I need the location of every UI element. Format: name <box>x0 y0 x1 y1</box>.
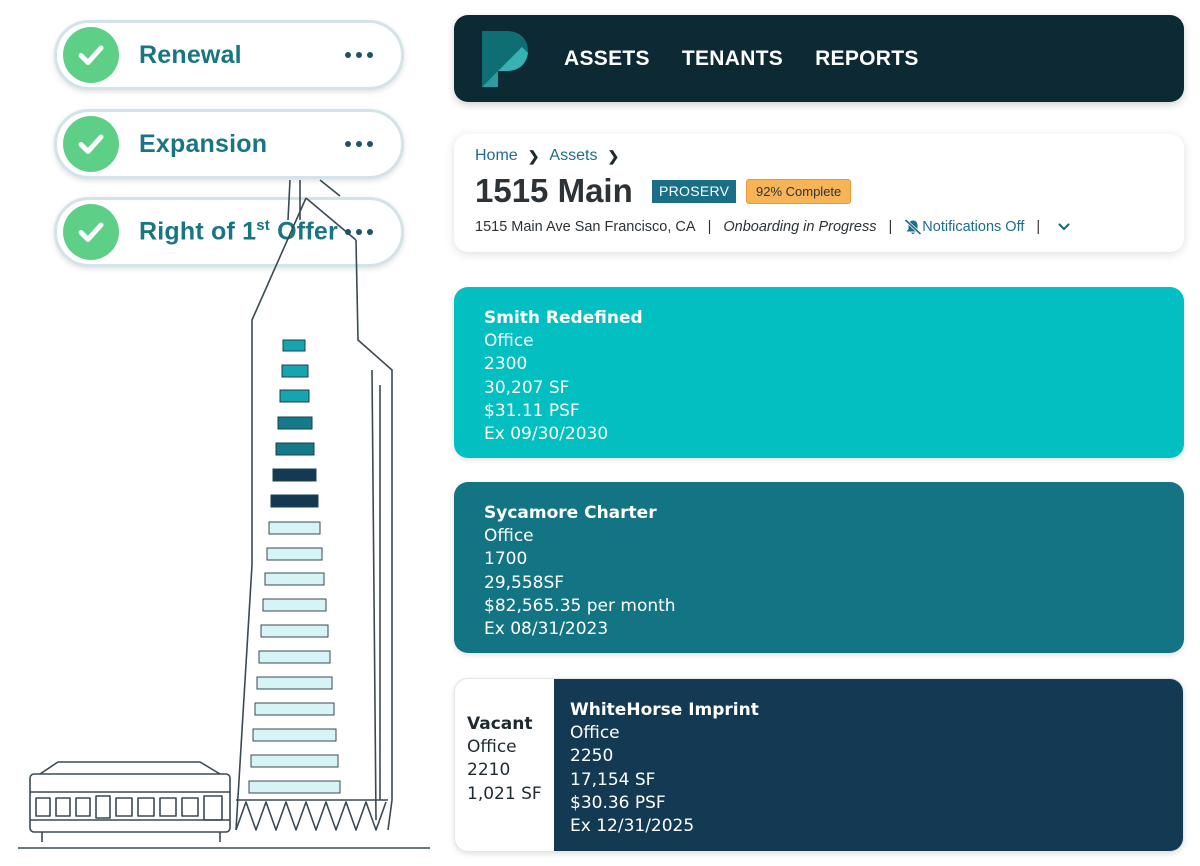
top-nav-bar: ASSETS TENANTS REPORTS <box>454 15 1184 102</box>
tenant-rent: $30.36 PSF <box>570 792 666 813</box>
tenant-area: 17,154 SF <box>570 769 656 790</box>
breadcrumb: Home ❯ Assets ❯ <box>475 147 629 165</box>
asset-meta-row: 1515 Main Ave San Francisco, CA | Onboar… <box>475 219 1070 235</box>
tenant-name: Smith Redefined <box>484 308 643 328</box>
progress-badge: 92% Complete <box>746 179 852 204</box>
tenant-card-sycamore-charter[interactable]: Sycamore Charter Office 1700 29,558SF $8… <box>454 482 1184 653</box>
floor-card-split: Vacant Office 2210 1,021 SF WhiteHorse I… <box>454 678 1184 852</box>
tenant-card-smith-redefined[interactable]: Smith Redefined Office 2300 30,207 SF $3… <box>454 287 1184 458</box>
tenant-expiry: Ex 12/31/2025 <box>570 816 695 837</box>
tenant-rent: $82,565.35 per month <box>484 595 676 616</box>
nav-tenants[interactable]: TENANTS <box>682 47 783 71</box>
more-options-icon[interactable] <box>345 52 373 58</box>
divider: | <box>1036 219 1041 235</box>
divider: | <box>707 219 712 235</box>
tenant-expiry: Ex 08/31/2023 <box>484 619 609 640</box>
vacant-suite: 2210 <box>467 760 511 781</box>
tenant-expiry: Ex 09/30/2030 <box>484 424 609 445</box>
tenant-type: Office <box>570 723 620 744</box>
vacant-label: Vacant <box>467 714 533 734</box>
breadcrumb-home[interactable]: Home <box>475 147 518 165</box>
tenant-area: 29,558SF <box>484 572 565 593</box>
tenant-name: WhiteHorse Imprint <box>570 700 759 720</box>
tenant-type: Office <box>484 526 534 547</box>
page-title: 1515 Main <box>475 172 633 209</box>
tenant-suite: 1700 <box>484 549 528 570</box>
onboarding-status: Onboarding in Progress <box>723 219 877 235</box>
tenant-suite: 2300 <box>484 354 528 375</box>
building-illustration <box>18 179 430 849</box>
chevron-down-icon[interactable] <box>1058 223 1070 231</box>
tenant-suite: 2250 <box>570 746 614 767</box>
proserv-badge: PROSERV <box>652 180 737 203</box>
breadcrumb-assets[interactable]: Assets <box>549 147 597 165</box>
option-renewal[interactable]: Renewal <box>54 20 404 90</box>
more-options-icon[interactable] <box>345 141 373 147</box>
vacant-area: 1,021 SF <box>467 783 542 804</box>
divider: | <box>888 219 893 235</box>
option-label: Renewal <box>139 40 242 69</box>
chevron-right-icon: ❯ <box>607 147 620 164</box>
tenant-rent: $31.11 PSF <box>484 400 580 421</box>
tenant-name: Sycamore Charter <box>484 503 657 523</box>
asset-header-card: Home ❯ Assets ❯ 1515 Main PROSERV 92% Co… <box>454 134 1184 252</box>
check-circle-icon <box>63 27 119 83</box>
notifications-label: Notifications Off <box>922 219 1025 235</box>
nav-reports[interactable]: REPORTS <box>815 47 919 71</box>
asset-address: 1515 Main Ave San Francisco, CA <box>475 219 696 235</box>
bell-off-icon <box>904 219 922 235</box>
nav-assets[interactable]: ASSETS <box>564 47 650 71</box>
tenant-type: Office <box>484 331 534 352</box>
chevron-right-icon: ❯ <box>527 147 540 164</box>
vacant-space-card[interactable]: Vacant Office 2210 1,021 SF <box>455 679 555 851</box>
notifications-toggle[interactable]: Notifications Off <box>904 219 1024 235</box>
option-label: Expansion <box>139 129 268 158</box>
brand-logo[interactable] <box>482 30 528 87</box>
tenant-area: 30,207 SF <box>484 377 570 398</box>
vacant-type: Office <box>467 737 517 758</box>
tenant-card-whitehorse-imprint[interactable]: WhiteHorse Imprint Office 2250 17,154 SF… <box>554 679 1183 851</box>
